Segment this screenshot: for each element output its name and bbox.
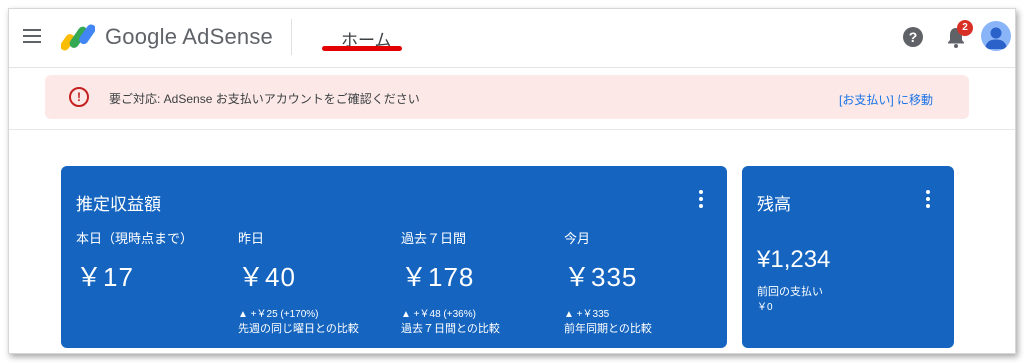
error-icon: ! bbox=[69, 87, 89, 107]
metric-value: ￥335 bbox=[564, 262, 638, 292]
metric-comparison: 前年同期との比較 bbox=[564, 323, 652, 335]
metric-this-month: 今月 ￥335 ▲ +￥335 前年同期との比較 bbox=[564, 228, 724, 336]
menu-icon[interactable] bbox=[23, 29, 41, 43]
card-title: 推定収益額 bbox=[76, 195, 161, 214]
metric-change: ▲ +￥48 (+36%) bbox=[401, 309, 476, 320]
balance-card: 残高 ¥1,234 前回の支払い ￥0 bbox=[742, 166, 954, 348]
metric-value: ￥17 bbox=[76, 262, 134, 292]
payment-alert-banner: ! 要ご対応: AdSense お支払いアカウントをご確認ください [お支払い]… bbox=[45, 75, 969, 119]
metric-today: 本日（現時点まで） ￥17 bbox=[76, 228, 236, 294]
metric-value: ￥40 bbox=[238, 262, 296, 292]
metric-value: ￥178 bbox=[401, 262, 475, 292]
metric-comparison: 過去７日間との比較 bbox=[401, 323, 500, 335]
more-options-icon[interactable] bbox=[926, 190, 930, 210]
card-title: 残高 bbox=[757, 195, 791, 214]
section-divider bbox=[9, 129, 1015, 130]
metric-label: 昨日 bbox=[238, 231, 265, 246]
alert-message: 要ご対応: AdSense お支払いアカウントをご確認ください bbox=[109, 92, 420, 106]
notification-badge: 2 bbox=[957, 20, 973, 36]
balance-value: ¥1,234 bbox=[757, 246, 831, 273]
last-payment-value: ￥0 bbox=[757, 302, 773, 313]
avatar-icon[interactable] bbox=[981, 21, 1011, 51]
metric-label: 過去７日間 bbox=[401, 231, 467, 246]
title-annotation-underline bbox=[322, 46, 402, 51]
top-app-bar: Google AdSense ホーム ? 2 bbox=[9, 9, 1015, 68]
go-to-payments-link[interactable]: [お支払い] に移動 bbox=[839, 91, 933, 108]
estimated-earnings-card: 推定収益額 本日（現時点まで） ￥17 昨日 ￥40 ▲ +￥25 (+170%… bbox=[61, 166, 727, 348]
brand-google: Google bbox=[105, 24, 178, 49]
metric-last-7-days: 過去７日間 ￥178 ▲ +￥48 (+36%) 過去７日間との比較 bbox=[401, 228, 561, 336]
metric-yesterday: 昨日 ￥40 ▲ +￥25 (+170%) 先週の同じ曜日との比較 bbox=[238, 228, 398, 336]
user-silhouette-icon bbox=[985, 27, 1007, 49]
header-divider bbox=[291, 19, 292, 55]
metric-change: ▲ +￥25 (+170%) bbox=[238, 309, 319, 320]
metric-change: ▲ +￥335 bbox=[564, 309, 610, 320]
adsense-logo-icon bbox=[61, 24, 95, 51]
metric-label: 本日（現時点まで） bbox=[76, 231, 194, 246]
app-window: Google AdSense ホーム ? 2 ! 要ご対応: AdSense お… bbox=[8, 8, 1016, 354]
brand-name[interactable]: Google AdSense bbox=[105, 24, 273, 50]
metric-comparison: 先週の同じ曜日との比較 bbox=[238, 323, 359, 335]
brand-product: AdSense bbox=[182, 24, 273, 49]
more-options-icon[interactable] bbox=[699, 190, 703, 210]
last-payment-label: 前回の支払い bbox=[757, 286, 823, 298]
metric-label: 今月 bbox=[564, 231, 591, 246]
help-icon[interactable]: ? bbox=[903, 27, 923, 47]
